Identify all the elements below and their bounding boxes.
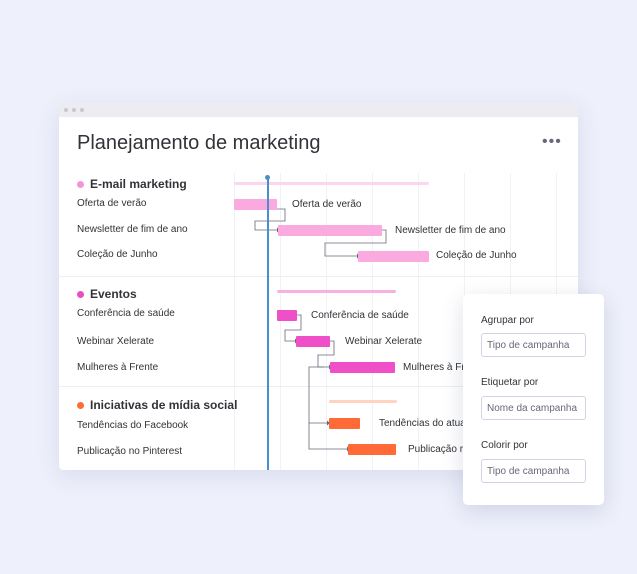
group-name: Eventos: [90, 287, 137, 301]
dependency-line: [308, 366, 327, 424]
gantt-bar-label: Webinar Xelerate: [345, 336, 423, 347]
color-by-label: Colorir por: [481, 440, 528, 451]
gantt-bar[interactable]: [358, 251, 429, 262]
group-by-label: Agrupar por: [481, 315, 534, 326]
gantt-bar-label: Coleção de Junho: [436, 250, 517, 261]
group-name: Iniciativas de mídia social: [90, 398, 238, 412]
item-label[interactable]: Publicação no Pinterest: [77, 446, 182, 457]
gantt-bar[interactable]: [329, 418, 360, 429]
gantt-bar[interactable]: [330, 362, 395, 373]
label-by-label: Etiquetar por: [481, 377, 539, 388]
item-label[interactable]: Oferta de verão: [77, 198, 146, 209]
group-color-dot-icon: [77, 180, 84, 188]
group-summary-bar: [277, 290, 396, 293]
group-title-email-marketing[interactable]: E-mail marketing: [77, 177, 187, 191]
today-marker-dot: [265, 175, 270, 180]
color-by-select[interactable]: Tipo de campanha: [481, 459, 586, 483]
gantt-bar-label: Mulheres à Fr: [403, 362, 465, 373]
item-label[interactable]: Newsletter de fim de ano: [77, 224, 188, 235]
gantt-bar[interactable]: [277, 310, 297, 321]
item-label[interactable]: Coleção de Junho: [77, 249, 158, 260]
group-by-select[interactable]: Tipo de campanha: [481, 333, 586, 357]
item-label[interactable]: Webinar Xelerate: [77, 336, 154, 347]
group-name: E-mail marketing: [90, 177, 187, 191]
gantt-bar[interactable]: [296, 336, 330, 347]
label-by-select[interactable]: Nome da campanha: [481, 396, 586, 420]
group-title-eventos[interactable]: Eventos: [77, 287, 137, 301]
gantt-bar-label: Oferta de verão: [292, 199, 362, 210]
group-title-iniciativas-midia-social[interactable]: Iniciativas de mídia social: [77, 398, 237, 412]
group-summary-bar: [329, 400, 397, 403]
settings-panel: Agrupar por Tipo de campanha Etiquetar p…: [463, 294, 604, 505]
gantt-bar-label: Tendências do atua: [379, 418, 466, 429]
gantt-bar-label: Conferência de saúde: [311, 310, 409, 321]
gantt-bar[interactable]: [278, 225, 382, 236]
group-summary-bar: [234, 182, 429, 185]
gantt-bar[interactable]: [234, 199, 277, 210]
group-color-dot-icon: [77, 290, 84, 298]
item-label[interactable]: Tendências do Facebook: [77, 420, 188, 431]
today-marker-line: [267, 177, 269, 470]
gantt-bar-label: Publicação r: [408, 444, 464, 455]
group-color-dot-icon: [77, 401, 84, 409]
item-label[interactable]: Conferência de saúde: [77, 308, 175, 319]
gantt-bar-label: Newsletter de fim de ano: [395, 225, 506, 236]
item-label[interactable]: Mulheres à Frente: [77, 362, 158, 373]
gantt-bar[interactable]: [348, 444, 396, 455]
